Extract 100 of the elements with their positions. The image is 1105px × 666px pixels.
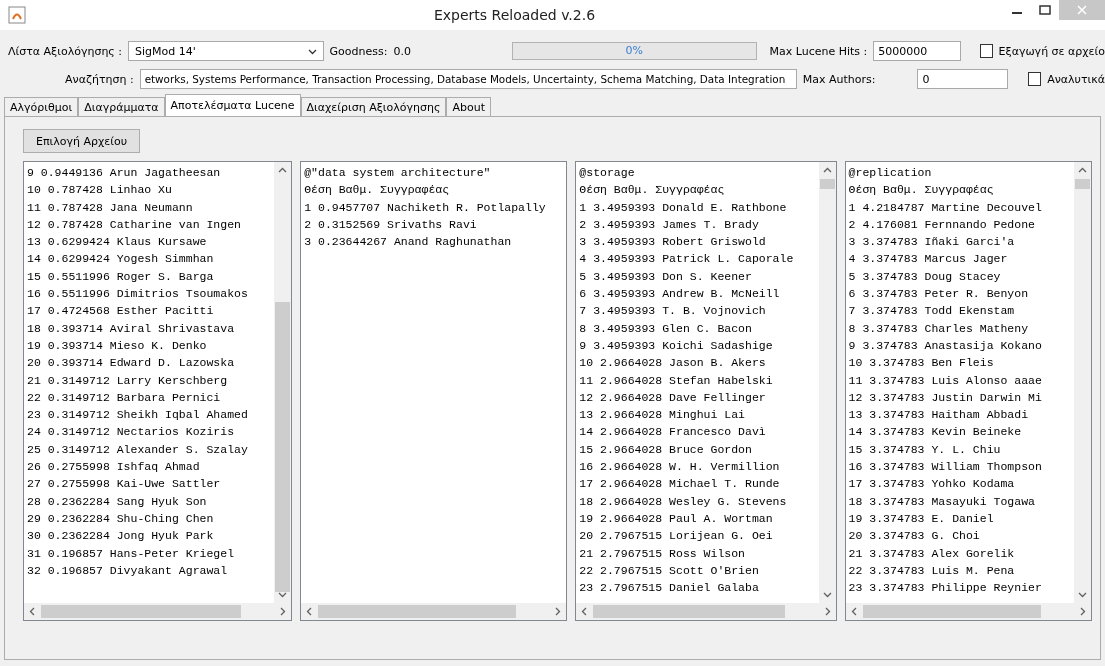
result-line: Θέση Βαθμ. Συγγραφέας	[304, 182, 451, 199]
goodness-label: Goodness:	[329, 44, 388, 58]
result-line: 21 3.374783 Alex Gorelik	[848, 545, 1016, 562]
horizontal-scrollbar[interactable]	[301, 603, 567, 620]
scroll-right-icon[interactable]	[553, 607, 563, 616]
evaluation-list-dropdown[interactable]: SigMod 14'	[128, 41, 324, 61]
result-line: 11 0.787428 Jana Neumann	[27, 199, 194, 216]
app-icon	[8, 6, 26, 24]
field-label: Λίστα Αξιολόγησης :	[8, 44, 123, 58]
tab[interactable]: About	[446, 97, 491, 116]
result-line: 12 0.787428 Catharine van Ingen	[27, 216, 242, 233]
result-line: 16 3.374783 William Thompson	[848, 459, 1043, 476]
result-line: 23 3.374783 Philippe Reynier	[848, 580, 1043, 597]
result-line: 8 3.374783 Charles Matheny	[848, 320, 1030, 337]
scroll-thumb[interactable]	[819, 179, 835, 189]
result-line: 25 0.3149712 Alexander S. Szalay	[27, 441, 249, 458]
scroll-right-icon[interactable]	[278, 607, 288, 616]
result-line: 9 3.4959393 Koichi Sadashige	[579, 337, 774, 354]
tab[interactable]: Αποτελέσματα Lucene	[164, 94, 301, 116]
vertical-scrollbar[interactable]	[274, 162, 292, 603]
horizontal-scrollbar[interactable]	[576, 603, 836, 620]
field-label: Max Lucene Hits :	[769, 44, 868, 58]
scroll-thumb[interactable]	[318, 605, 517, 618]
result-line: 14 3.374783 Kevin Beineke	[848, 424, 1023, 441]
result-line: 1 3.4959393 Donald E. Rathbone	[579, 199, 788, 216]
horizontal-scrollbar[interactable]	[24, 603, 292, 620]
result-line: 17 3.374783 Yohko Kodama	[848, 476, 1016, 493]
result-line: 15 3.374783 Y. L. Chiu	[848, 441, 1002, 458]
search-field[interactable]: etworks, Systems Performance, Transaction Processing, Database Models, Uncertainty, Schema Matching, Data Integration	[139, 69, 797, 89]
result-line: 1 0.9457707 Nachiketh R. Potlapally	[304, 199, 547, 216]
result-line: 11 2.9664028 Stefan Habelski	[579, 372, 774, 389]
result-line: 11 3.374783 Luis Alonso aaae	[848, 372, 1043, 389]
scroll-thumb[interactable]	[1075, 179, 1090, 189]
progress-text: 0%	[625, 44, 643, 57]
result-line: 7 3.374783 Todd Ekenstam	[848, 303, 1016, 320]
result-line: 8 3.4959393 Glen C. Bacon	[579, 320, 753, 337]
result-line: 10 2.9664028 Jason B. Akers	[579, 355, 767, 372]
result-line: @"data system architecture"	[304, 165, 492, 181]
result-line: 3 0.23644267 Anand Raghunathan	[304, 234, 513, 251]
scroll-down-icon[interactable]	[278, 590, 288, 599]
goodness-value: 0.0	[393, 44, 411, 58]
result-line: 5 3.374783 Doug Stacey	[848, 268, 1002, 285]
scroll-left-icon[interactable]	[28, 607, 37, 616]
scroll-thumb[interactable]	[275, 302, 291, 592]
checkbox[interactable]	[979, 44, 993, 58]
choose-file-button[interactable]: Επιλογή Αρχείου	[23, 129, 141, 153]
result-line: 14 2.9664028 Francesco Davì	[579, 424, 767, 441]
result-line: 18 0.393714 Aviral Shrivastava	[27, 320, 236, 337]
scroll-left-icon[interactable]	[849, 607, 859, 616]
result-line: 20 3.374783 G. Choi	[848, 528, 981, 545]
horizontal-scrollbar[interactable]	[845, 603, 1091, 620]
result-line: Θέση Βαθμ. Συγγραφέας	[848, 182, 995, 199]
result-line: 12 2.9664028 Dave Fellinger	[579, 389, 767, 406]
result-line: Θέση Βαθμ. Συγγραφέας	[579, 182, 726, 199]
max-lucene-hits-field[interactable]: 5000000	[873, 41, 961, 61]
result-line: 15 0.5511996 Roger S. Barga	[27, 268, 215, 285]
result-line: 19 2.9664028 Paul A. Wortman	[579, 510, 774, 527]
result-line: 23 0.3149712 Sheikh Iqbal Ahamed	[27, 407, 249, 424]
result-line: 13 3.374783 Haitham Abbadi	[848, 407, 1030, 424]
result-line: 22 0.3149712 Barbara Pernici	[27, 389, 222, 406]
result-line: 22 2.7967515 Scott O'Brien	[579, 562, 760, 579]
result-line: 17 0.4724568 Esther Pacitti	[27, 303, 215, 320]
scroll-up-icon[interactable]	[1078, 166, 1087, 175]
result-line: 18 3.374783 Masayuki Togawa	[848, 493, 1036, 510]
scroll-thumb[interactable]	[41, 605, 241, 618]
result-line: 13 2.9664028 Minghui Lai	[579, 407, 746, 424]
scroll-right-icon[interactable]	[1078, 607, 1087, 616]
scroll-up-icon[interactable]	[822, 166, 832, 175]
result-line: 29 0.2362284 Shu-Ching Chen	[27, 510, 215, 527]
result-line: 20 2.7967515 Lorijean G. Oei	[579, 528, 774, 545]
scroll-thumb[interactable]	[862, 605, 1041, 618]
result-line: 16 0.5511996 Dimitrios Tsoumakos	[27, 286, 249, 303]
tab[interactable]: Αλγόριθμοι	[4, 97, 79, 116]
result-line: 10 3.374783 Ben Fleis	[848, 355, 995, 372]
result-line: 31 0.196857 Hans-Peter Kriegel	[27, 545, 236, 562]
result-line: 17 2.9664028 Michael T. Runde	[579, 476, 781, 493]
scroll-thumb[interactable]	[593, 605, 786, 618]
max-authors-field[interactable]: 0	[917, 69, 1009, 89]
checkbox[interactable]	[1027, 72, 1042, 86]
result-line: 23 2.7967515 Daniel Galaba	[579, 580, 760, 597]
vertical-scrollbar[interactable]	[818, 162, 836, 603]
result-line: 14 0.6299424 Yogesh Simmhan	[27, 251, 215, 268]
result-line: 32 0.196857 Divyakant Agrawal	[27, 562, 229, 579]
scroll-down-icon[interactable]	[1078, 590, 1087, 599]
scroll-down-icon[interactable]	[822, 590, 832, 599]
maximize-icon[interactable]	[1039, 5, 1051, 15]
tab[interactable]: Διαγράμματα	[78, 97, 165, 116]
result-line: 2 3.4959393 James T. Brady	[579, 216, 760, 233]
result-line: 7 3.4959393 T. B. Vojnovich	[579, 303, 767, 320]
result-line: 28 0.2362284 Sang Hyuk Son	[27, 493, 208, 510]
close-icon	[1077, 5, 1087, 15]
result-line: 15 2.9664028 Bruce Gordon	[579, 441, 753, 458]
vertical-scrollbar[interactable]	[1074, 162, 1091, 603]
result-line: 2 0.3152569 Srivaths Ravi	[304, 216, 478, 233]
result-line: 22 3.374783 Luis M. Pena	[848, 562, 1016, 579]
result-line: 19 0.393714 Mieso K. Denko	[27, 337, 208, 354]
result-line: 4 3.4959393 Patrick L. Caporale	[579, 251, 795, 268]
result-line: 18 2.9664028 Wesley G. Stevens	[579, 493, 788, 510]
scroll-up-icon[interactable]	[278, 166, 288, 175]
tab[interactable]: Διαχείριση Αξιολόγησης	[300, 97, 447, 116]
